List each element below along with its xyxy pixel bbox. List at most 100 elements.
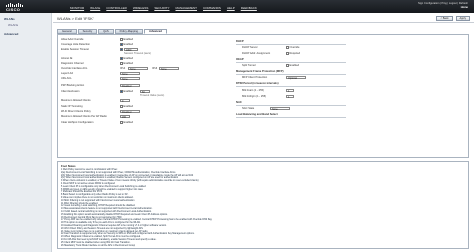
- allow-aaa-label: Allow AAA Override: [61, 38, 84, 41]
- load-balancing-section-title: Load Balancing and Band Select: [236, 113, 278, 116]
- menu-feedback[interactable]: FEEDBACK: [241, 6, 257, 10]
- menu-controller[interactable]: CONTROLLER: [106, 6, 127, 10]
- ping-link[interactable]: Ping: [442, 2, 447, 5]
- brand-name: CISCO: [6, 7, 21, 12]
- dhcp-server-checkbox[interactable]: [286, 46, 289, 49]
- foot-note: 26 Mandatory Trunk Mode Interface on all…: [61, 244, 136, 247]
- client-exclusion-field: Enabled: [120, 90, 133, 93]
- wifi-direct-label: Wi-Fi Direct Clients Policy: [61, 110, 91, 113]
- home-link[interactable]: Home: [461, 6, 468, 9]
- dtim-divider: [236, 86, 346, 87]
- ipv6-label: IPv6: [152, 67, 158, 70]
- sidebar-item-wlans[interactable]: WLANs: [0, 22, 51, 28]
- split-tunnel-checkbox[interactable]: [286, 64, 289, 67]
- nac-state-label: NAC State: [242, 107, 255, 110]
- dtim-b-input[interactable]: 1: [286, 94, 294, 98]
- diagnostic-checkbox[interactable]: [120, 62, 123, 65]
- aironet-label: Aironet IE: [61, 57, 73, 60]
- mfp-client-label: MFP Client Protection: [242, 76, 268, 79]
- split-tunnel-value: Enabled: [289, 64, 300, 67]
- top-right-links: Sign Configuration | Ping | Logout | Ref…: [418, 2, 468, 9]
- menu-management[interactable]: MANAGEMENT: [176, 6, 198, 10]
- foot-notes: Foot Notes 1 Web Policy cannot be used i…: [57, 161, 469, 249]
- wifi-direct-select[interactable]: Disabled: [120, 109, 140, 113]
- session-timeout-note: Session Timeout (secs): [124, 52, 151, 55]
- client-exclusion-checkbox[interactable]: [120, 90, 123, 93]
- title-buttons: < Back Apply: [436, 16, 470, 21]
- session-timeout-checkbox[interactable]: [120, 48, 123, 51]
- logout-link[interactable]: Logout: [449, 2, 457, 5]
- static-ip-value: Enabled: [123, 105, 134, 108]
- allow-aaa-field: Enabled: [120, 38, 133, 41]
- aironet-field: Enabled: [120, 57, 133, 60]
- hotspot-label: Clear HotSpot Configuration: [61, 121, 94, 124]
- oeap-divider: [236, 62, 346, 63]
- dtim-section-title: DTIM Period (in beacon intervals): [236, 82, 279, 85]
- save-configuration-link[interactable]: Sign Configuration: [418, 2, 439, 5]
- sidebar: WLANs WLANs Advanced: [0, 13, 52, 252]
- menu-help[interactable]: HELP: [227, 6, 235, 10]
- dhcp-addr-checkbox[interactable]: [286, 52, 289, 55]
- max-per-ap-input[interactable]: 200: [120, 114, 130, 118]
- coverage-checkbox[interactable]: [120, 43, 123, 46]
- menu-commands[interactable]: COMMANDS: [203, 6, 221, 10]
- layer2-acl-select[interactable]: None: [120, 71, 140, 75]
- nac-state-select[interactable]: None: [270, 106, 290, 110]
- url-acl-select[interactable]: None: [120, 76, 140, 80]
- dhcp-divider: [236, 44, 346, 45]
- diagnostic-value: Enabled: [123, 62, 134, 65]
- nac-section-title: NAC: [236, 101, 242, 104]
- dhcp-addr-field: Required: [286, 52, 300, 55]
- static-ip-checkbox[interactable]: [120, 105, 123, 108]
- mfp-client-select[interactable]: Optional: [286, 75, 306, 79]
- max-clients-label: Maximum Allowed Clients: [61, 99, 91, 102]
- menu-monitor[interactable]: MONITOR: [70, 6, 84, 10]
- main-content: WLANs > Edit 'IFSK' < Back Apply General…: [53, 13, 474, 252]
- dhcp-section-title: DHCP: [236, 40, 244, 43]
- coverage-field: Enabled: [120, 43, 133, 46]
- load-balancing-divider: [236, 117, 346, 118]
- max-per-ap-label: Maximum Allowed Clients Per AP Radio: [61, 115, 107, 118]
- back-button[interactable]: < Back: [436, 16, 453, 21]
- client-exclusion-timeout-input[interactable]: 60: [140, 89, 150, 93]
- dhcp-server-label: DHCP Server: [242, 46, 258, 49]
- dtim-a-input[interactable]: 1: [286, 88, 294, 92]
- apply-button[interactable]: Apply: [455, 16, 470, 21]
- allow-aaa-value: Enabled: [123, 38, 134, 41]
- allow-aaa-checkbox[interactable]: [120, 38, 123, 41]
- mfp-section-title: Management Frame Protection (MFP): [236, 70, 284, 73]
- hotspot-field: Enabled: [120, 121, 133, 124]
- session-timeout-input[interactable]: 1800: [124, 47, 138, 51]
- static-ip-label: Static IP Tunneling: [61, 105, 83, 108]
- top-navigation-bar: CISCO MONITOR WLANs CONTROLLER WIRELESS …: [0, 0, 474, 13]
- advanced-panel: Allow AAA Override Enabled Coverage Hole…: [57, 34, 469, 158]
- session-timeout-label: Enable Session Timeout: [61, 48, 89, 51]
- nac-divider: [236, 105, 346, 106]
- oeap-section-title: OEAP: [236, 58, 244, 61]
- max-clients-input[interactable]: 0: [120, 98, 130, 102]
- p2p-select[interactable]: Disabled: [120, 83, 140, 87]
- foot-notes-title: Foot Notes: [61, 164, 76, 168]
- ipv6-acl-select[interactable]: None: [159, 66, 179, 70]
- menu-security[interactable]: SECURITY: [154, 6, 169, 10]
- cisco-logo: CISCO: [6, 2, 24, 12]
- dtim-a-label: 802.11a/n (1 - 255): [242, 89, 264, 92]
- aironet-value: Enabled: [123, 57, 134, 60]
- aironet-checkbox[interactable]: [120, 57, 123, 60]
- client-exclusion-label: Client Exclusion: [61, 90, 80, 93]
- dhcp-server-field: Override: [286, 46, 299, 49]
- page-title: WLANs > Edit 'IFSK': [53, 13, 474, 23]
- ipv4-label: IPv4: [120, 67, 126, 70]
- mfp-divider: [236, 74, 346, 75]
- menu-wireless[interactable]: WIRELESS: [133, 6, 149, 10]
- menu-wlans[interactable]: WLANs: [90, 6, 100, 10]
- coverage-label: Coverage Hole Detection: [61, 43, 90, 46]
- dhcp-server-value: Override: [289, 46, 300, 49]
- layer2-acl-label: Layer2 Acl: [61, 72, 74, 75]
- ipv4-acl-select[interactable]: None: [128, 66, 148, 70]
- hotspot-checkbox[interactable]: [120, 121, 123, 124]
- session-timeout-field: [120, 48, 124, 51]
- dtim-b-label: 802.11b/g/n (1 - 255): [242, 95, 267, 98]
- split-tunnel-label: Split Tunnel: [242, 64, 256, 67]
- sidebar-item-advanced[interactable]: Advanced: [0, 31, 51, 37]
